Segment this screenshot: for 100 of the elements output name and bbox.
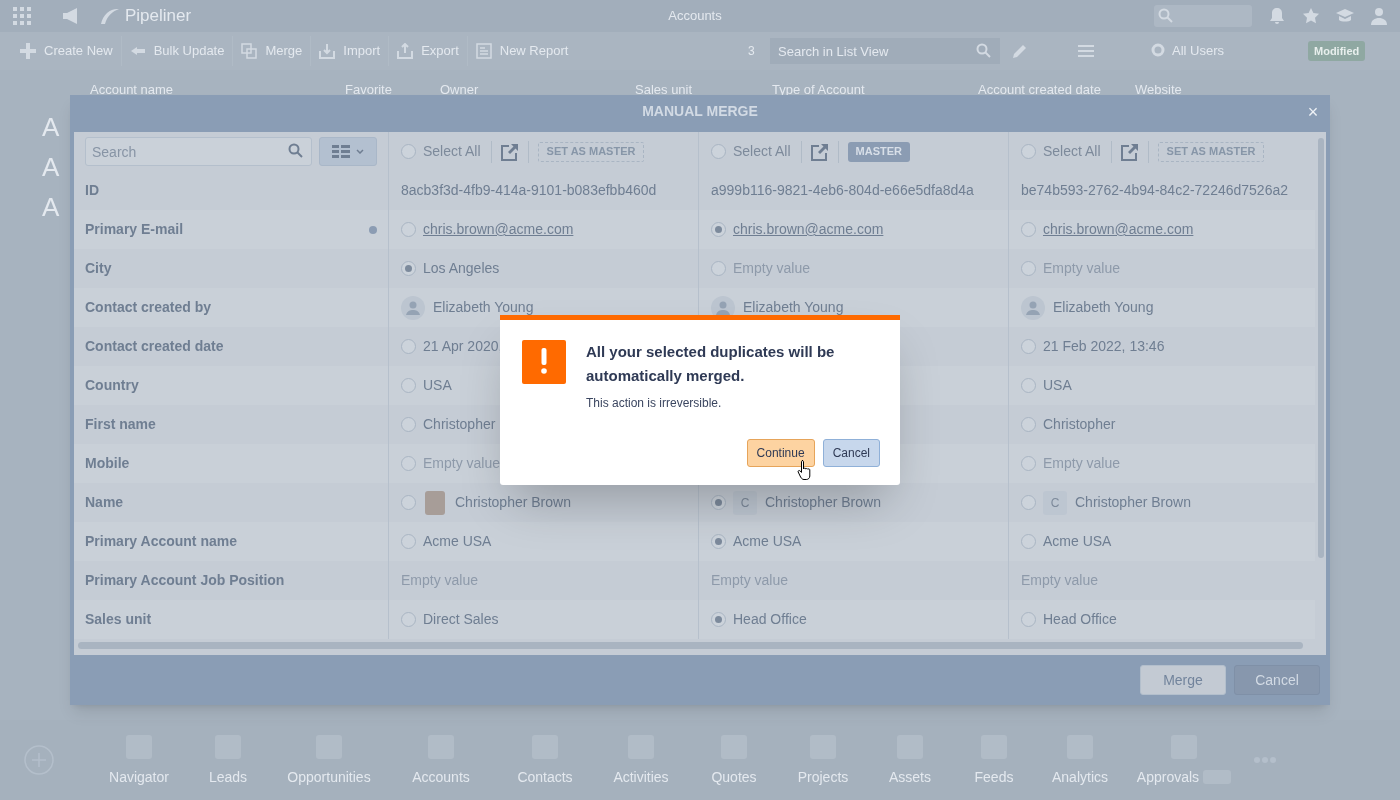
radio-button[interactable] [401, 261, 416, 276]
toolbar-button[interactable]: Import [310, 36, 389, 66]
nav-item[interactable]: Feeds [974, 766, 1014, 788]
field-label: Contact created by [85, 298, 212, 317]
toolbar-button[interactable]: Export [388, 36, 467, 66]
radio-button[interactable] [1021, 612, 1036, 627]
list-icon[interactable] [1078, 44, 1094, 58]
toolbar-button[interactable]: Bulk Update [120, 36, 233, 66]
set-as-master-button[interactable]: SET AS MASTER [1157, 141, 1265, 162]
pencil-icon[interactable] [1012, 43, 1028, 59]
nav-item[interactable]: Quotes [711, 766, 757, 788]
cell-value: 21 Feb 2022, 13:46 [1043, 337, 1165, 356]
user-name: Elizabeth Young [433, 298, 534, 317]
confirm-message: This action is irreversible. [586, 395, 723, 412]
nav-item[interactable]: Approvals [1136, 766, 1200, 788]
nav-item[interactable]: Navigator [109, 766, 169, 788]
cell-value: Empty value [423, 454, 501, 473]
horizontal-scrollbar[interactable] [78, 642, 1303, 649]
field-label: ID [85, 181, 99, 200]
nav-item[interactable]: Assets [889, 766, 931, 788]
field-label: Primary Account name [85, 532, 237, 551]
cell-value: Empty value [1043, 454, 1121, 473]
radio-button[interactable] [401, 612, 416, 627]
tray-arrow-down-icon [319, 43, 336, 59]
chevron-down-icon [356, 149, 364, 154]
toolbar-button[interactable]: Create New [12, 36, 121, 66]
list-search-field[interactable]: Search in List View [770, 38, 1000, 64]
radio-button[interactable] [1021, 222, 1036, 237]
select-all-label[interactable]: Select All [733, 141, 791, 162]
radio-button[interactable] [401, 378, 416, 393]
radio-button[interactable] [401, 222, 416, 237]
app-grid-icon[interactable] [13, 7, 31, 25]
radio-button[interactable] [1021, 261, 1036, 276]
row-initial: A [42, 111, 60, 144]
search-field[interactable]: Search [85, 137, 312, 166]
continue-button[interactable]: Continue [746, 439, 815, 467]
nav-item[interactable]: Analytics [1052, 766, 1108, 788]
radio-button[interactable] [401, 417, 416, 432]
radio-button[interactable] [401, 339, 416, 354]
master-badge[interactable]: MASTER [847, 141, 911, 162]
radio-button[interactable] [711, 612, 726, 627]
star-icon[interactable] [1302, 7, 1320, 25]
radio-button[interactable] [1021, 417, 1036, 432]
field-label: Name [85, 493, 124, 512]
radio-button[interactable] [711, 261, 726, 276]
toolbar-button[interactable]: New Report [466, 36, 577, 66]
user-name: Elizabeth Young [743, 298, 844, 317]
radio-button[interactable] [1021, 456, 1036, 471]
user-icon[interactable] [1370, 7, 1388, 25]
nav-item[interactable]: Activities [613, 766, 669, 788]
nav-item[interactable]: Opportunities [287, 766, 371, 788]
cell-value: 21 Apr 2020, [423, 337, 503, 356]
set-as-master-button[interactable]: SET AS MASTER [537, 141, 645, 162]
select-all-label[interactable]: Select All [1043, 141, 1101, 162]
user-name: Elizabeth Young [1053, 298, 1154, 317]
modified-badge: Modified [1308, 40, 1366, 62]
cell-value: USA [1043, 376, 1072, 395]
nav-item[interactable]: Leads [208, 766, 248, 788]
cell-value: a999b116-9821-4eb6-804d-e66e5dfa8d4a [711, 181, 974, 200]
nav-item[interactable]: Accounts [412, 766, 470, 788]
graduation-cap-icon[interactable] [1336, 8, 1354, 24]
radio-button[interactable] [1021, 495, 1036, 510]
radio-button[interactable] [401, 495, 416, 510]
field-label: Sales unit [85, 610, 152, 629]
radio-button[interactable] [711, 534, 726, 549]
external-link-icon[interactable] [500, 142, 519, 161]
cell-value: Head Office [733, 610, 807, 629]
close-button[interactable]: × [1302, 101, 1324, 123]
external-link-icon[interactable] [1120, 142, 1139, 161]
user-filter[interactable]: All Users [1172, 41, 1224, 61]
merge-button[interactable]: Merge [1140, 665, 1226, 695]
confirm-title: All your selected duplicates will be automatically merged. [586, 342, 836, 386]
radio-button[interactable] [401, 456, 416, 471]
cell-value: Christopher [423, 415, 496, 434]
bell-icon[interactable] [1268, 7, 1286, 25]
radio-button[interactable] [1021, 339, 1036, 354]
radio-button[interactable] [1021, 534, 1036, 549]
radio-button[interactable] [401, 144, 416, 159]
view-options-button[interactable] [319, 137, 377, 166]
user-avatar-icon [1021, 295, 1045, 320]
radio-button[interactable] [1021, 144, 1036, 159]
toolbar-button[interactable]: Merge [232, 36, 311, 66]
radio-button[interactable] [401, 534, 416, 549]
nav-item[interactable]: Projects [797, 766, 849, 788]
cancel-button[interactable]: Cancel [822, 439, 880, 467]
radio-button[interactable] [711, 495, 726, 510]
vertical-scrollbar[interactable] [1317, 138, 1324, 558]
radio-button[interactable] [1021, 378, 1036, 393]
radio-button[interactable] [711, 144, 726, 159]
search-field[interactable] [1154, 5, 1252, 27]
nav-item[interactable]: Contacts [517, 766, 573, 788]
app-logo-text: Pipeliner [125, 5, 192, 28]
select-all-label[interactable]: Select All [423, 141, 481, 162]
field-label: First name [85, 415, 156, 434]
search-icon [288, 143, 304, 159]
external-link-icon[interactable] [810, 142, 829, 161]
cancel-button[interactable]: Cancel [1234, 665, 1320, 695]
search-icon [1158, 8, 1174, 24]
radio-button[interactable] [711, 222, 726, 237]
cell-value: Christopher [1043, 415, 1116, 434]
